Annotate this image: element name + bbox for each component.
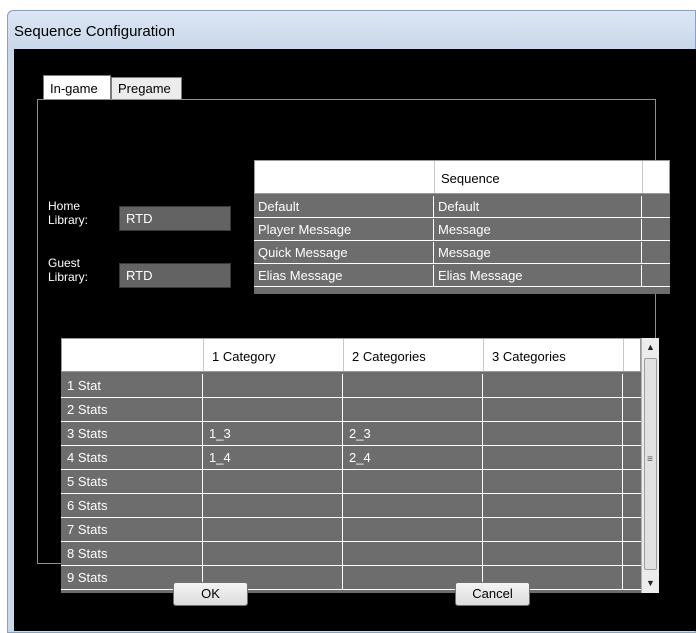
sequence-row[interactable]: Elias Message Elias Message [254, 265, 670, 287]
home-library-label-line1: Home [48, 199, 81, 213]
stats-row-label[interactable]: 3 Stats [61, 422, 203, 445]
sequence-cell-value[interactable]: Default [434, 196, 642, 218]
stats-cell[interactable] [343, 542, 483, 565]
stats-cell[interactable] [203, 470, 343, 493]
stats-header-3-categories[interactable]: 3 Categories [484, 339, 624, 371]
stats-row[interactable]: 1 Stat [61, 374, 641, 398]
sequence-row[interactable]: Default Default [254, 196, 670, 218]
stats-grid-header: 1 Category 2 Categories 3 Categories [61, 338, 641, 372]
stats-grid[interactable]: 1 Category 2 Categories 3 Categories 1 S… [61, 338, 641, 593]
scroll-thumb[interactable]: ≡ [644, 358, 657, 570]
sequence-cell-name[interactable]: Elias Message [254, 265, 434, 287]
stats-cell[interactable] [483, 470, 623, 493]
stats-row-label[interactable]: 6 Stats [61, 494, 203, 517]
sequence-grid-header: Sequence [254, 160, 670, 194]
cancel-button[interactable]: Cancel [455, 582, 530, 606]
guest-library-field[interactable]: RTD [119, 263, 231, 288]
window-title: Sequence Configuration [14, 23, 175, 40]
tab-pregame[interactable]: Pregame [111, 77, 182, 99]
scroll-down-arrow-icon[interactable]: ▼ [642, 574, 659, 592]
stats-row[interactable]: 7 Stats [61, 518, 641, 542]
stats-row-label[interactable]: 2 Stats [61, 398, 203, 421]
sequence-grid[interactable]: Sequence Default Default Player Message … [254, 160, 670, 294]
stats-cell[interactable] [343, 470, 483, 493]
scroll-grip-icon: ≡ [647, 454, 653, 465]
dialog-client-area: In-game Pregame Home Library: RTD Guest … [14, 49, 696, 631]
sequence-header-blank[interactable] [255, 161, 435, 193]
stats-cell[interactable] [483, 374, 623, 397]
sequence-cell-name[interactable]: Quick Message [254, 242, 434, 264]
home-library-field[interactable]: RTD [119, 206, 231, 231]
tab-in-game[interactable]: In-game [43, 75, 111, 99]
sequence-row[interactable]: Player Message Message [254, 219, 670, 241]
stats-row[interactable]: 5 Stats [61, 470, 641, 494]
stats-row[interactable]: 9 Stats [61, 566, 641, 590]
stats-row[interactable]: 2 Stats [61, 398, 641, 422]
stats-cell[interactable] [343, 398, 483, 421]
stats-row-label[interactable]: 5 Stats [61, 470, 203, 493]
stats-cell[interactable] [483, 494, 623, 517]
stats-cell[interactable]: 1_3 [203, 422, 343, 445]
stats-row[interactable]: 3 Stats 1_3 2_3 [61, 422, 641, 446]
sequence-cell-value[interactable]: Message [434, 242, 642, 264]
home-library-label-line2: Library: [48, 213, 89, 227]
sequence-cell-name[interactable]: Default [254, 196, 434, 218]
stats-row-label[interactable]: 8 Stats [61, 542, 203, 565]
stats-grid-scrollbar[interactable]: ▲ ≡ ▼ [641, 338, 659, 593]
stats-header-1-category[interactable]: 1 Category [204, 339, 344, 371]
sequence-cell-name[interactable]: Player Message [254, 219, 434, 241]
guest-library-label-line1: Guest [48, 256, 81, 270]
stats-cell[interactable] [343, 374, 483, 397]
stats-cell[interactable] [483, 422, 623, 445]
stats-cell[interactable] [483, 518, 623, 541]
sequence-cell-value[interactable]: Elias Message [434, 265, 642, 287]
stats-cell[interactable]: 2_3 [343, 422, 483, 445]
stats-header-blank[interactable] [62, 339, 204, 371]
stats-cell[interactable] [203, 518, 343, 541]
stats-cell[interactable] [203, 374, 343, 397]
sequence-cell-value[interactable]: Message [434, 219, 642, 241]
stats-cell[interactable] [343, 494, 483, 517]
stats-cell[interactable] [203, 494, 343, 517]
stats-cell[interactable] [483, 542, 623, 565]
stats-row-label[interactable]: 1 Stat [61, 374, 203, 397]
sequence-header-sequence[interactable]: Sequence [435, 161, 643, 193]
stats-cell[interactable]: 2_4 [343, 446, 483, 469]
stats-cell[interactable] [483, 398, 623, 421]
stats-row[interactable]: 6 Stats [61, 494, 641, 518]
title-bar[interactable]: Sequence Configuration [8, 11, 695, 49]
guest-library-label-line2: Library: [48, 270, 89, 284]
stats-cell[interactable]: 1_4 [203, 446, 343, 469]
stats-cell[interactable] [483, 446, 623, 469]
guest-library-label: Guest Library: [48, 256, 88, 284]
stats-row[interactable]: 4 Stats 1_4 2_4 [61, 446, 641, 470]
home-library-label: Home Library: [48, 199, 88, 227]
ok-button[interactable]: OK [173, 582, 248, 606]
scroll-up-arrow-icon[interactable]: ▲ [642, 338, 659, 356]
stats-row[interactable]: 8 Stats [61, 542, 641, 566]
dialog-window: Sequence Configuration In-game Pregame H… [7, 10, 696, 633]
stats-cell[interactable] [203, 398, 343, 421]
sequence-row[interactable]: Quick Message Message [254, 242, 670, 264]
stats-row-label[interactable]: 7 Stats [61, 518, 203, 541]
stats-header-2-categories[interactable]: 2 Categories [344, 339, 484, 371]
stats-row-label[interactable]: 4 Stats [61, 446, 203, 469]
stats-cell[interactable] [343, 518, 483, 541]
in-game-tab-panel: Home Library: RTD Guest Library: RTD Seq… [37, 99, 670, 593]
stats-cell[interactable] [203, 542, 343, 565]
